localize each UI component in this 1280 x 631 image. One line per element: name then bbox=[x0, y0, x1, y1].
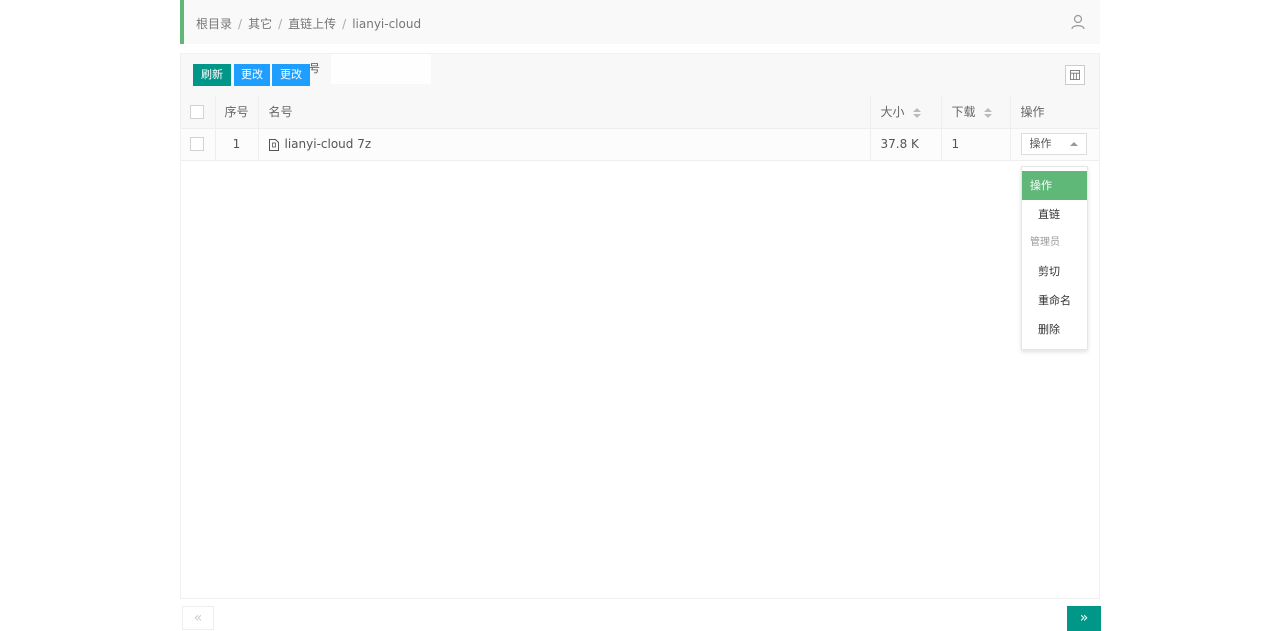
dropdown-option-actions[interactable]: 操作 bbox=[1022, 171, 1087, 200]
ghost-label: 号 bbox=[309, 62, 320, 75]
header-select-all bbox=[181, 96, 216, 129]
toolbar: 刷新 更改 更改 号 bbox=[181, 54, 1099, 97]
blur-overlay bbox=[331, 54, 431, 84]
prev-page-button[interactable]: « bbox=[182, 606, 214, 630]
breadcrumb-other[interactable]: 其它 bbox=[248, 17, 272, 31]
row-index: 1 bbox=[215, 128, 259, 161]
row-size: 37.8 K bbox=[870, 128, 942, 161]
header-name[interactable]: 名号 bbox=[258, 96, 871, 129]
breadcrumb-separator: / bbox=[342, 17, 347, 31]
caret-up-icon bbox=[1069, 142, 1078, 146]
breadcrumb-bar: 根目录 / 其它 / 直链上传 / lianyi-cloud bbox=[180, 0, 1100, 44]
dropdown-option-direct-link[interactable]: 直链 bbox=[1022, 200, 1087, 229]
file-table: 序号 名号 大小 下载 操作 1 lianyi-cloud 7z 37.8 K … bbox=[181, 96, 1099, 161]
header-downloads-label: 下载 bbox=[951, 105, 976, 120]
table-row[interactable]: 1 lianyi-cloud 7z 37.8 K 1 操作 bbox=[181, 128, 1099, 161]
archive-file-icon bbox=[268, 138, 279, 151]
select-all-checkbox[interactable] bbox=[190, 105, 204, 119]
refresh-button[interactable]: 刷新 bbox=[193, 64, 231, 86]
sort-icon[interactable] bbox=[912, 107, 921, 118]
breadcrumb-separator: / bbox=[278, 17, 283, 31]
breadcrumb-current: lianyi-cloud bbox=[352, 17, 422, 31]
change-button[interactable]: 更改 bbox=[234, 64, 270, 86]
sort-icon[interactable] bbox=[983, 107, 992, 118]
breadcrumb-root[interactable]: 根目录 bbox=[196, 17, 232, 31]
row-actions-cell: 操作 bbox=[1010, 128, 1099, 161]
user-icon[interactable] bbox=[1070, 14, 1086, 30]
next-page-button[interactable]: » bbox=[1067, 606, 1101, 631]
table-header-row: 序号 名号 大小 下载 操作 bbox=[181, 96, 1099, 129]
file-name-link[interactable]: lianyi-cloud 7z bbox=[285, 137, 372, 151]
dropdown-group-admin: 管理员 bbox=[1030, 237, 1060, 248]
header-actions: 操作 bbox=[1010, 96, 1099, 129]
file-panel: 刷新 更改 更改 号 序号 名号 大小 下载 操作 1 lianyi-cloud… bbox=[180, 53, 1100, 599]
row-checkbox[interactable] bbox=[190, 137, 204, 152]
column-toggle-icon[interactable] bbox=[1065, 65, 1085, 85]
header-name-label: 名号 bbox=[268, 105, 293, 120]
breadcrumb-separator: / bbox=[238, 17, 243, 31]
header-downloads[interactable]: 下载 bbox=[941, 96, 1011, 129]
change-button-secondary[interactable]: 更改 bbox=[272, 64, 310, 86]
dropdown-option-rename[interactable]: 重命名 bbox=[1022, 286, 1087, 315]
header-size[interactable]: 大小 bbox=[870, 96, 942, 129]
action-dropdown-menu: 操作 直链 管理员 剪切 重命名 删除 bbox=[1021, 166, 1088, 350]
dropdown-option-cut[interactable]: 剪切 bbox=[1022, 257, 1087, 286]
row-name-cell[interactable]: lianyi-cloud 7z bbox=[258, 128, 871, 161]
action-select-label: 操作 bbox=[1029, 137, 1052, 150]
action-select[interactable]: 操作 bbox=[1020, 133, 1087, 155]
header-size-label: 大小 bbox=[880, 105, 905, 120]
row-downloads: 1 bbox=[941, 128, 1011, 161]
header-index: 序号 bbox=[215, 96, 259, 129]
row-select-cell bbox=[181, 128, 216, 161]
breadcrumb-direct-upload[interactable]: 直链上传 bbox=[288, 17, 336, 31]
dropdown-option-delete[interactable]: 删除 bbox=[1022, 315, 1087, 344]
breadcrumb: 根目录 / 其它 / 直链上传 / lianyi-cloud bbox=[196, 15, 421, 32]
